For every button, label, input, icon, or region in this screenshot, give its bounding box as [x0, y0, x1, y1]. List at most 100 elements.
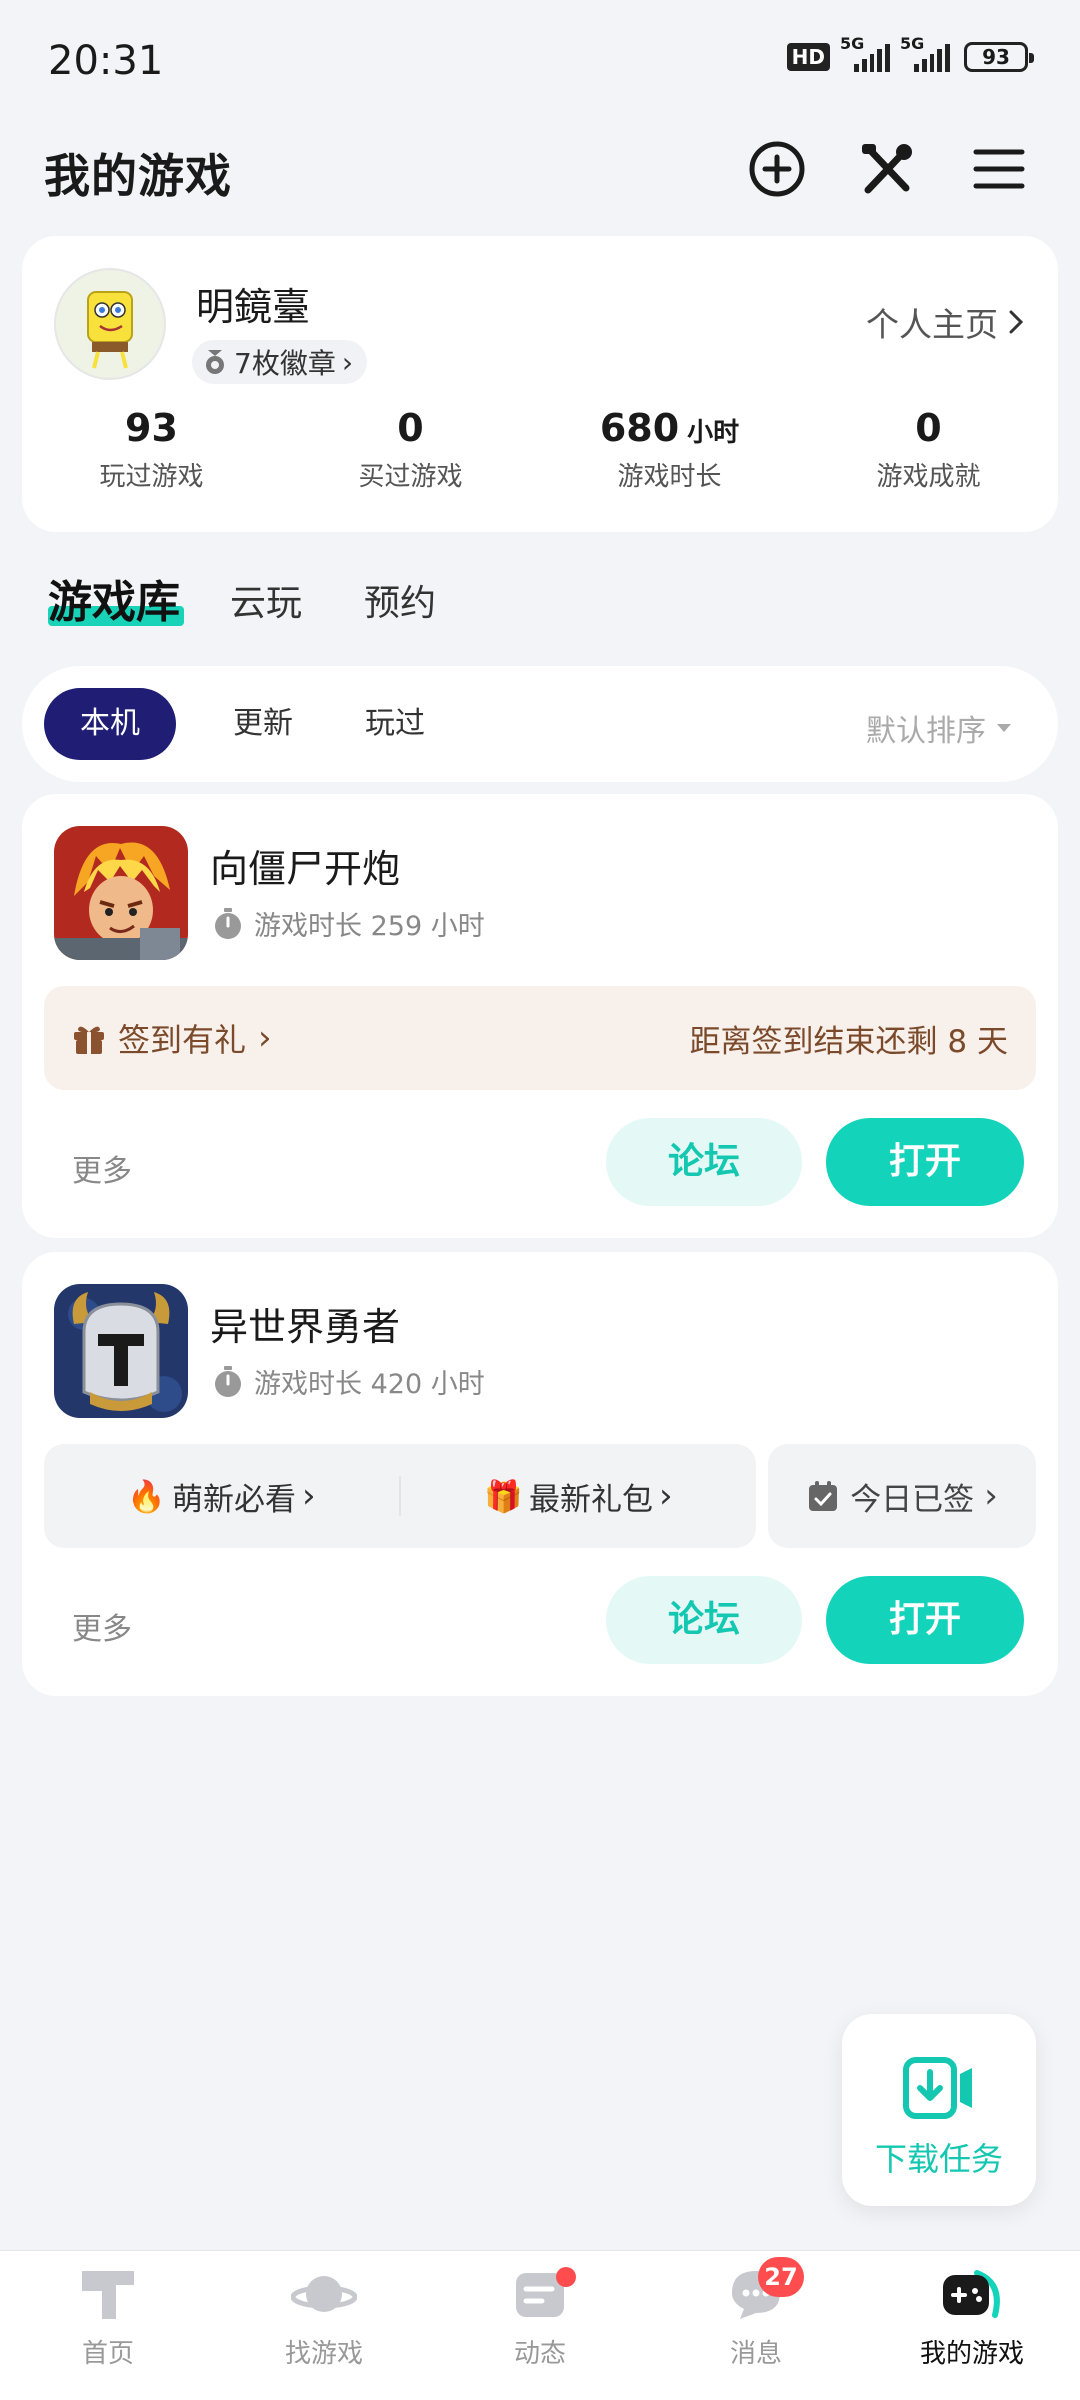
- tab-reservations[interactable]: 预约: [364, 574, 436, 626]
- home-link-label: 个人主页: [866, 305, 998, 344]
- stat-value: 0: [915, 406, 942, 450]
- stat-label: 玩过游戏: [99, 462, 204, 492]
- checked-in-today[interactable]: 今日已签 ›: [768, 1444, 1036, 1548]
- nav-item-messages[interactable]: 27 消息: [648, 2257, 864, 2370]
- nav-item-feed[interactable]: 动态: [432, 2265, 648, 2370]
- fire-icon: 🔥: [127, 1478, 166, 1515]
- stat-achievements[interactable]: 0 游戏成就: [799, 406, 1058, 493]
- stat-label: 游戏时长: [617, 462, 722, 492]
- sort-label: 默认排序: [866, 714, 986, 749]
- chevron-right-icon: ›: [984, 1476, 998, 1516]
- game-card: 异世界勇者 游戏时长 420 小时 🔥 萌新必看 › 🎁 最新礼包 › 今日已签: [22, 1252, 1058, 1696]
- stopwatch-icon: [215, 1365, 241, 1397]
- personal-homepage-link[interactable]: 个人主页: [866, 298, 1024, 346]
- stat-games-played[interactable]: 93 玩过游戏: [22, 406, 281, 493]
- bottom-nav: 首页 找游戏 动态 27 消息 我的游戏: [0, 2250, 1080, 2400]
- chevron-right-icon: ›: [659, 1476, 673, 1516]
- profile-card: 明鏡臺 7枚徽章 › 个人主页 93 玩过游戏 0 买过游戏 680 小时 游戏时…: [22, 236, 1058, 532]
- badges-chip[interactable]: 7枚徽章 ›: [192, 340, 368, 384]
- badges-label: 7枚徽章: [234, 347, 336, 380]
- more-link[interactable]: 更多: [72, 1146, 132, 1190]
- menu-icon[interactable]: [968, 138, 1030, 200]
- newbie-guide-link[interactable]: 🔥 萌新必看 ›: [44, 1474, 399, 1519]
- chevron-right-icon: ›: [341, 345, 354, 379]
- chevron-right-icon: ›: [302, 1476, 316, 1516]
- hd-icon: HD: [786, 43, 830, 71]
- signal-icon-2: 5G: [900, 34, 950, 72]
- game-name[interactable]: 向僵尸开炮: [210, 838, 400, 893]
- promo-label: 签到有礼: [118, 1021, 247, 1059]
- status-time: 20:31: [48, 38, 164, 84]
- planet-icon: [290, 2276, 358, 2312]
- download-task-label: 下载任务: [874, 2140, 1003, 2178]
- checkin-promo-bar[interactable]: 签到有礼 › 距离签到结束还剩 8 天: [44, 986, 1036, 1090]
- chevron-right-icon: ›: [258, 1018, 272, 1058]
- tip-label: 最新礼包: [529, 1481, 653, 1518]
- nav-label: 消息: [729, 2339, 782, 2369]
- stat-label: 游戏成就: [876, 462, 981, 492]
- download-video-icon: [903, 2057, 972, 2119]
- play-time-label: 游戏时长 259 小时: [254, 911, 485, 942]
- filter-chip-updates[interactable]: 更新: [208, 688, 318, 760]
- notification-dot: [556, 2267, 576, 2287]
- stat-label: 买过游戏: [358, 462, 463, 492]
- page-title: 我的游戏: [44, 149, 232, 203]
- nav-item-find-games[interactable]: 找游戏: [216, 2265, 432, 2370]
- avatar[interactable]: [54, 268, 166, 380]
- filter-bar: 本机 更新 玩过 默认排序: [22, 666, 1058, 782]
- stopwatch-icon: [215, 907, 241, 939]
- play-time-label: 游戏时长 420 小时: [254, 1369, 485, 1400]
- gift-icon: 🎁: [484, 1478, 523, 1515]
- sort-dropdown[interactable]: 默认排序: [866, 706, 1012, 750]
- open-button[interactable]: 打开: [826, 1576, 1024, 1664]
- game-icon[interactable]: [54, 826, 188, 960]
- game-name[interactable]: 异世界勇者: [210, 1296, 400, 1351]
- network-type-label-2: 5G: [900, 34, 925, 53]
- open-button[interactable]: 打开: [826, 1118, 1024, 1206]
- stat-games-bought[interactable]: 0 买过游戏: [281, 406, 540, 493]
- promo-countdown: 距离签到结束还剩 8 天: [689, 1023, 1008, 1060]
- nav-label: 找游戏: [284, 2339, 363, 2369]
- calendar-check-icon: [809, 1481, 838, 1511]
- medal-icon: [206, 350, 224, 374]
- tips-bar: 🔥 萌新必看 › 🎁 最新礼包 ›: [44, 1444, 756, 1548]
- stat-value: 680: [599, 406, 680, 450]
- nav-label: 我的游戏: [919, 2339, 1024, 2369]
- signal-icon: 5G: [840, 34, 890, 72]
- checkin-label: 今日已签: [850, 1481, 975, 1518]
- home-icon: [82, 2271, 134, 2319]
- game-icon[interactable]: [54, 1284, 188, 1418]
- nav-label: 首页: [81, 2339, 134, 2369]
- game-play-time: 游戏时长 420 小时: [212, 1362, 485, 1401]
- caret-down-icon: [997, 724, 1011, 732]
- chevron-right-icon: [1009, 310, 1024, 334]
- game-play-time: 游戏时长 259 小时: [212, 904, 485, 943]
- filter-chip-local[interactable]: 本机: [44, 688, 176, 760]
- add-circle-icon[interactable]: [746, 138, 808, 200]
- tip-label: 萌新必看: [172, 1481, 296, 1518]
- gift-icon: [74, 1026, 104, 1054]
- stat-value: 0: [397, 406, 424, 450]
- status-icons: HD 5G 5G 93: [786, 34, 1034, 72]
- nav-item-my-games[interactable]: 我的游戏: [864, 2265, 1080, 2370]
- download-task-button[interactable]: 下载任务: [842, 2014, 1036, 2206]
- nav-item-home[interactable]: 首页: [0, 2265, 216, 2370]
- filter-chip-played[interactable]: 玩过: [340, 688, 450, 760]
- tools-icon[interactable]: [856, 138, 918, 200]
- forum-button[interactable]: 论坛: [606, 1118, 802, 1206]
- unread-badge: 27: [758, 2257, 804, 2297]
- network-type-label: 5G: [840, 34, 865, 53]
- game-card: 向僵尸开炮 游戏时长 259 小时 签到有礼 › 距离签到结束还剩 8 天 更多…: [22, 794, 1058, 1238]
- more-link[interactable]: 更多: [72, 1604, 132, 1648]
- latest-gift-link[interactable]: 🎁 最新礼包 ›: [401, 1474, 756, 1519]
- stat-unit: 小时: [687, 418, 740, 448]
- tab-game-library[interactable]: 游戏库: [48, 566, 180, 630]
- stat-play-time[interactable]: 680 小时 游戏时长: [540, 406, 799, 493]
- gamepad-icon: [943, 2270, 1000, 2318]
- nav-label: 动态: [513, 2339, 566, 2369]
- user-name[interactable]: 明鏡臺: [196, 276, 310, 331]
- stat-value: 93: [125, 406, 178, 450]
- battery-icon: 93: [964, 42, 1034, 72]
- tab-cloud-play[interactable]: 云玩: [230, 574, 302, 626]
- forum-button[interactable]: 论坛: [606, 1576, 802, 1664]
